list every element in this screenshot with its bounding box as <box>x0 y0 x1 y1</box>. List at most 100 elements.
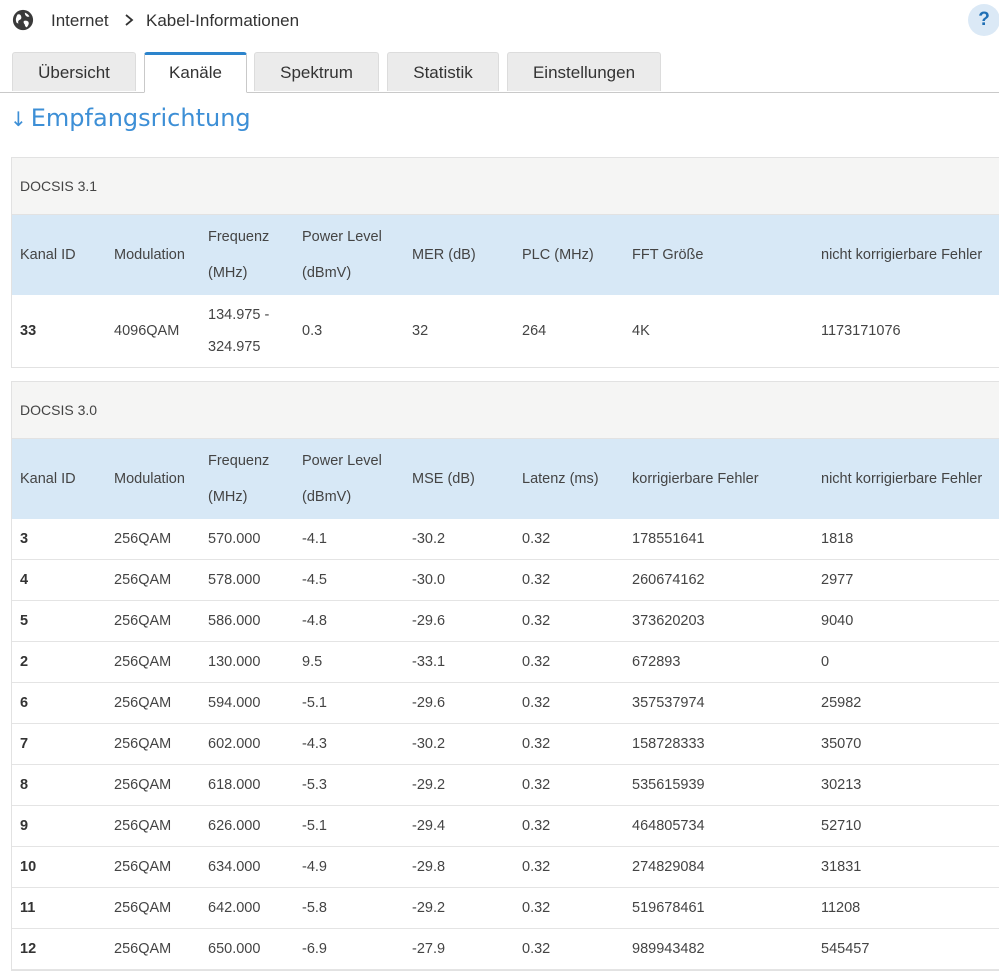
cell-uncorrectable: 1818 <box>821 531 854 547</box>
cell-power-level: -5.8 <box>302 900 327 916</box>
header-mse: MSE (dB) <box>412 471 475 487</box>
cell-latenz: 0.32 <box>522 900 551 916</box>
cell-uncorrectable: 1173171076 <box>821 323 901 339</box>
cell-mse: -29.6 <box>412 613 446 629</box>
header-frequenz: Frequenz (MHz) <box>208 229 270 281</box>
cell-modulation: 256QAM <box>114 654 172 670</box>
cell-power-level: -5.1 <box>302 818 327 834</box>
header-frequenz: Frequenz (MHz) <box>208 453 270 505</box>
cell-latenz: 0.32 <box>522 531 551 547</box>
cell-power-level: -4.3 <box>302 736 327 752</box>
cell-mse: -30.2 <box>412 736 446 752</box>
header-correctable: korrigierbare Fehler <box>632 471 759 487</box>
cell-mse: -30.2 <box>412 531 446 547</box>
cell-kanal-id: 7 <box>20 736 29 752</box>
tab-kanaele[interactable]: Kanäle <box>144 52 247 93</box>
header-modulation: Modulation <box>114 247 185 263</box>
cell-correctable: 178551641 <box>632 531 705 547</box>
cell-kanal-id: 5 <box>20 613 29 629</box>
cell-power-level: -4.1 <box>302 531 327 547</box>
cell-correctable: 158728333 <box>632 736 705 752</box>
cell-frequenz: 134.975 -324.975 <box>208 307 270 355</box>
help-icon[interactable]: ? <box>968 4 999 36</box>
docsis30-rows: 3 256QAM 570.000 -4.1 -30.2 0.32 178551641 1818… <box>12 519 999 970</box>
docsis31-caption: DOCSIS 3.1 <box>12 158 999 215</box>
cell-kanal-id: 12 <box>20 941 37 957</box>
cell-kanal-id: 6 <box>20 695 29 711</box>
cell-power-level: 9.5 <box>302 654 323 670</box>
cell-uncorrectable: 35070 <box>821 736 862 752</box>
chevron-right-icon <box>125 14 134 26</box>
cell-power-level: -4.8 <box>302 613 327 629</box>
cell-mse: -29.2 <box>412 900 446 916</box>
cell-modulation: 256QAM <box>114 900 172 916</box>
cell-modulation: 4096QAM <box>114 323 180 339</box>
cell-kanal-id: 33 <box>20 323 37 339</box>
tab-einstellungen[interactable]: Einstellungen <box>507 52 661 91</box>
table-row: 7 256QAM 602.000 -4.3 -30.2 0.32 158728333 3507… <box>12 724 999 765</box>
cell-kanal-id: 10 <box>20 859 37 875</box>
cell-frequenz: 570.000 <box>208 531 261 547</box>
cell-frequenz: 650.000 <box>208 941 261 957</box>
cell-frequenz: 634.000 <box>208 859 261 875</box>
cell-mse: -30.0 <box>412 572 446 588</box>
table-row: 2 256QAM 130.000 9.5 -33.1 0.32 672893 0 <box>12 642 999 683</box>
cell-power-level: -4.9 <box>302 859 327 875</box>
cell-correctable: 989943482 <box>632 941 705 957</box>
cell-plc: 264 <box>522 323 547 339</box>
cell-correctable: 672893 <box>632 654 681 670</box>
breadcrumb-internet[interactable]: Internet <box>51 11 109 31</box>
breadcrumb-page: Kabel-Informationen <box>146 11 300 30</box>
cell-uncorrectable: 545457 <box>821 941 870 957</box>
table-row: 12 256QAM 650.000 -6.9 -27.9 0.32 989943482 545… <box>12 929 999 970</box>
cell-mse: -29.8 <box>412 859 446 875</box>
cell-power-level: -5.1 <box>302 695 327 711</box>
cell-modulation: 256QAM <box>114 613 172 629</box>
arrow-down-icon: ↓ <box>10 107 27 131</box>
cell-correctable: 274829084 <box>632 859 705 875</box>
table-row: 5 256QAM 586.000 -4.8 -29.6 0.32 373620203 9040 <box>12 601 999 642</box>
cell-latenz: 0.32 <box>522 818 551 834</box>
table-row: 10 256QAM 634.000 -4.9 -29.8 0.32 274829084 318… <box>12 847 999 888</box>
tab-bar: Übersicht Kanäle Spektrum Statistik Eins… <box>0 52 999 93</box>
cell-modulation: 256QAM <box>114 572 172 588</box>
section-title[interactable]: ↓ Empfangsrichtung <box>10 104 251 132</box>
cell-power-level: 0.3 <box>302 323 323 339</box>
cell-correctable: 535615939 <box>632 777 705 793</box>
cell-frequenz: 618.000 <box>208 777 261 793</box>
table-row: 9 256QAM 626.000 -5.1 -29.4 0.32 464805734 5271… <box>12 806 999 847</box>
cell-modulation: 256QAM <box>114 736 172 752</box>
tab-uebersicht[interactable]: Übersicht <box>12 52 136 91</box>
cell-kanal-id: 9 <box>20 818 29 834</box>
cell-modulation: 256QAM <box>114 941 172 957</box>
header-fft: FFT Größe <box>632 247 704 263</box>
cell-latenz: 0.32 <box>522 654 551 670</box>
cell-uncorrectable: 11208 <box>821 900 861 916</box>
tab-spektrum[interactable]: Spektrum <box>254 52 379 91</box>
cell-modulation: 256QAM <box>114 777 172 793</box>
cell-latenz: 0.32 <box>522 736 551 752</box>
cell-kanal-id: 2 <box>20 654 29 670</box>
cell-power-level: -4.5 <box>302 572 327 588</box>
cell-latenz: 0.32 <box>522 859 551 875</box>
cell-mer: 32 <box>412 323 429 339</box>
header-kanal-id: Kanal ID <box>20 471 76 487</box>
cell-frequenz: 626.000 <box>208 818 261 834</box>
docsis31-header-row: Kanal ID Modulation Frequenz (MHz) Power … <box>12 215 999 295</box>
cell-power-level: -6.9 <box>302 941 327 957</box>
cell-uncorrectable: 0 <box>821 654 830 670</box>
table-row: 33 4096QAM 134.975 -324.975 0.3 32 264 4… <box>12 295 999 367</box>
cell-uncorrectable: 25982 <box>821 695 862 711</box>
cell-uncorrectable: 31831 <box>821 859 862 875</box>
table-row: 4 256QAM 578.000 -4.5 -30.0 0.32 260674162 2977 <box>12 560 999 601</box>
header-kanal-id: Kanal ID <box>20 247 76 263</box>
cell-fft: 4K <box>632 323 650 339</box>
tab-statistik[interactable]: Statistik <box>387 52 499 91</box>
docsis30-caption: DOCSIS 3.0 <box>12 382 999 439</box>
header-power-level: Power Level (dBmV) <box>302 453 382 505</box>
header-latenz: Latenz (ms) <box>522 471 599 487</box>
cell-mse: -29.4 <box>412 818 446 834</box>
globe-icon <box>12 9 34 31</box>
cell-kanal-id: 4 <box>20 572 29 588</box>
cell-frequenz: 578.000 <box>208 572 261 588</box>
